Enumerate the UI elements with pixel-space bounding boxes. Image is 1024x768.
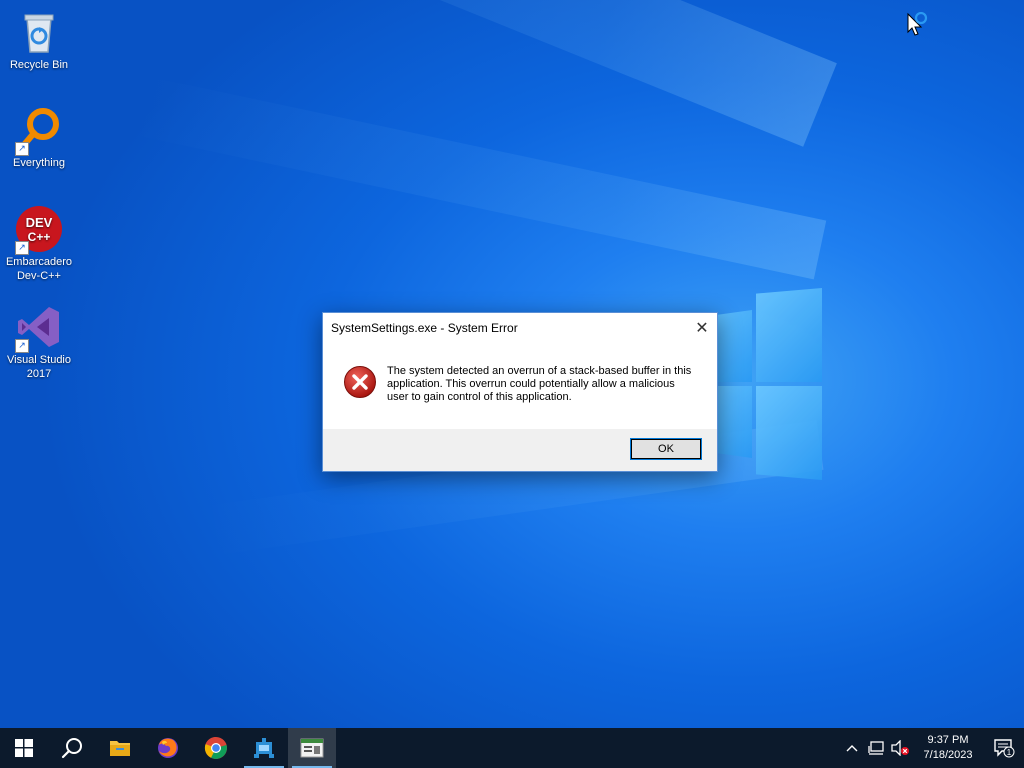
taskbar-app-file-explorer[interactable] <box>96 728 144 768</box>
notification-count: 1 <box>1007 748 1012 757</box>
desktop: Recycle Bin ↗ Everything DEV C++ ↗ Embar… <box>0 0 1024 768</box>
dev-cpp-logo-text: C++ <box>28 230 51 244</box>
taskbar-app-network-tool[interactable] <box>240 728 288 768</box>
chrome-icon <box>204 736 227 759</box>
volume-muted-icon <box>891 740 909 756</box>
close-button[interactable]: ✕ <box>687 313 717 343</box>
desktop-icon-recycle-bin[interactable]: Recycle Bin <box>1 8 77 72</box>
shortcut-arrow-icon: ↗ <box>15 142 29 156</box>
logo-pane <box>756 386 822 480</box>
volume-button[interactable] <box>888 728 912 768</box>
desktop-icon-visual-studio[interactable]: ↗ Visual Studio 2017 <box>1 303 77 381</box>
system-settings-window-icon <box>300 738 324 758</box>
desktop-icon-label: Visual Studio 2017 <box>6 354 71 380</box>
shortcut-arrow-icon: ↗ <box>15 339 29 353</box>
search-icon <box>61 738 82 759</box>
show-hidden-icons-button[interactable] <box>840 728 864 768</box>
system-error-dialog: SystemSettings.exe - System Error ✕ The … <box>322 312 718 472</box>
windows-start-icon <box>15 739 33 757</box>
taskbar: 9:37 PM 7/18/2023 1 <box>0 728 1024 768</box>
shortcut-arrow-icon: ↗ <box>15 241 29 255</box>
everything-search-icon: ↗ <box>15 106 63 156</box>
desktop-icon-label: Recycle Bin <box>9 59 69 71</box>
logo-pane <box>756 288 822 382</box>
dev-cpp-logo-text: DEV <box>26 215 53 230</box>
error-icon <box>343 365 379 401</box>
mouse-cursor-busy-icon <box>906 11 932 43</box>
desktop-icon-label: Everything <box>13 157 65 169</box>
network-icon <box>868 741 884 755</box>
file-explorer-icon <box>110 741 130 756</box>
ok-button[interactable]: OK <box>630 438 702 460</box>
start-button[interactable] <box>0 728 48 768</box>
firefox-icon <box>158 738 178 758</box>
taskbar-app-chrome[interactable] <box>192 728 240 768</box>
notification-icon: 1 <box>994 739 1015 758</box>
dev-cpp-icon: DEV C++ ↗ <box>15 205 63 255</box>
taskbar-app-system-settings[interactable] <box>288 728 336 768</box>
recycle-bin-icon <box>15 8 63 56</box>
dialog-footer: OK <box>323 429 717 471</box>
dialog-titlebar[interactable]: SystemSettings.exe - System Error ✕ <box>323 313 717 343</box>
close-icon: ✕ <box>695 320 709 337</box>
visual-studio-icon: ↗ <box>15 303 63 353</box>
clock-time: 9:37 PM <box>927 734 969 746</box>
desktop-icon-everything[interactable]: ↗ Everything <box>1 106 77 170</box>
desktop-icon-dev-cpp[interactable]: DEV C++ ↗ Embarcadero Dev-C++ <box>1 205 77 283</box>
network-app-icon <box>254 738 274 758</box>
system-tray: 9:37 PM 7/18/2023 1 <box>840 728 1024 768</box>
desktop-icon-label: Embarcadero Dev-C++ <box>5 256 73 282</box>
network-status-button[interactable] <box>864 728 888 768</box>
error-message: The system detected an overrun of a stac… <box>387 365 692 403</box>
search-button[interactable] <box>48 728 96 768</box>
clock-date: 7/18/2023 <box>923 749 973 761</box>
dialog-title: SystemSettings.exe - System Error <box>331 321 518 335</box>
chevron-up-icon <box>846 745 858 752</box>
taskbar-app-firefox[interactable] <box>144 728 192 768</box>
action-center-button[interactable]: 1 <box>984 728 1024 768</box>
taskbar-clock[interactable]: 9:37 PM 7/18/2023 <box>912 733 984 763</box>
dialog-body: The system detected an overrun of a stac… <box>323 343 717 428</box>
